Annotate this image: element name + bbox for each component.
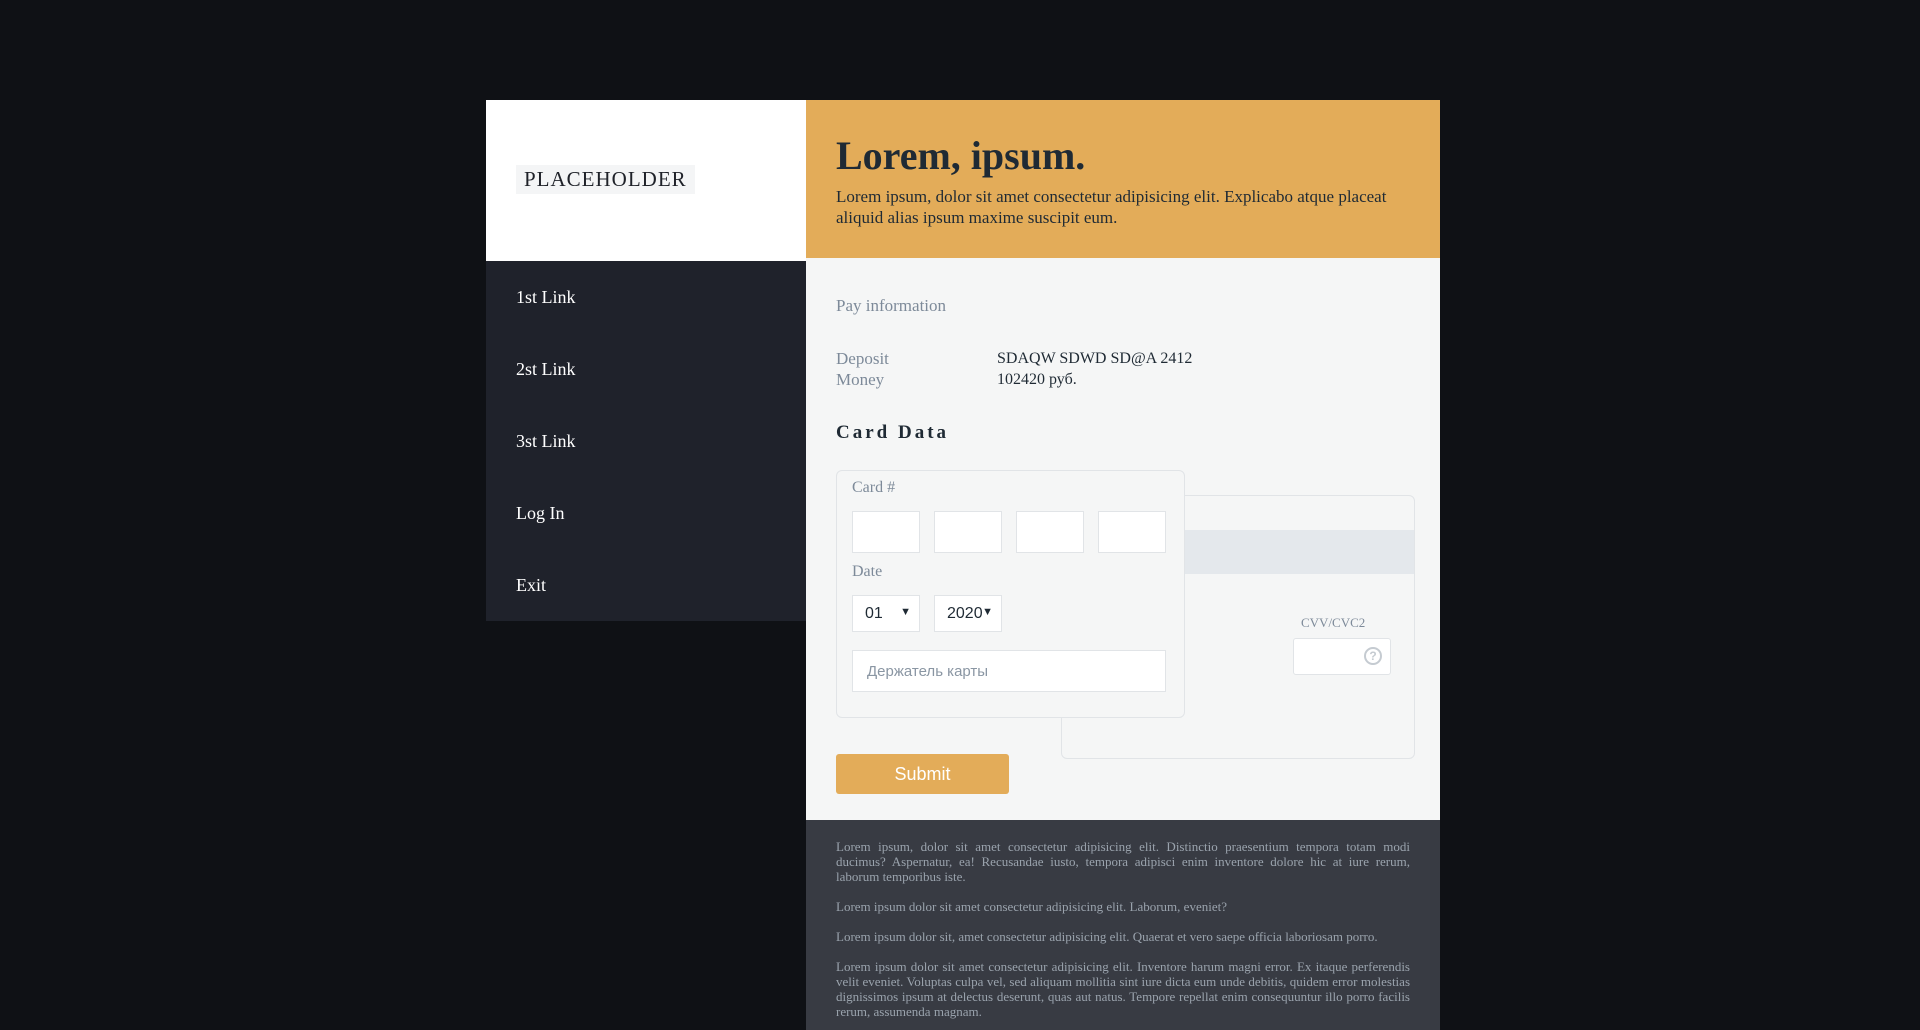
- caret-down-icon: ▼: [982, 606, 993, 618]
- payment-form-section: Pay information Deposit Money SDAQW SDWD…: [806, 258, 1440, 820]
- page-title: Lorem, ipsum.: [836, 133, 1086, 178]
- hero-banner: Lorem, ipsum. Lorem ipsum, dolor sit ame…: [806, 100, 1440, 258]
- deposit-value: SDAQW SDWD SD@A 2412: [997, 350, 1193, 367]
- footer-paragraph: Lorem ipsum, dolor sit amet consectetur …: [836, 839, 1410, 884]
- date-label: Date: [852, 563, 883, 580]
- sidebar-nav: 1st Link 2st Link 3st Link Log In Exit: [486, 261, 806, 621]
- app-container: PLACEHOLDER 1st Link 2st Link 3st Link L…: [486, 100, 1440, 1030]
- card-number-input-4[interactable]: [1098, 511, 1166, 553]
- footer-paragraph: Lorem ipsum dolor sit amet consectetur a…: [836, 959, 1410, 1019]
- cvv-input[interactable]: ?: [1293, 638, 1391, 675]
- sidebar-item-log-in[interactable]: Log In: [486, 477, 806, 549]
- logo[interactable]: PLACEHOLDER: [516, 165, 695, 194]
- sidebar-item-3st-link[interactable]: 3st Link: [486, 405, 806, 477]
- card-number-label: Card #: [852, 479, 896, 496]
- footer-paragraph: Lorem ipsum dolor sit amet consectetur a…: [836, 899, 1227, 914]
- money-value: 102420 руб.: [997, 371, 1077, 388]
- card-data-heading: Card Data: [836, 422, 950, 443]
- pay-info-labels: Deposit Money: [836, 348, 889, 390]
- card-number-input-1[interactable]: [852, 511, 920, 553]
- logo-area: PLACEHOLDER: [486, 100, 806, 261]
- money-label: Money: [836, 370, 885, 389]
- sidebar: PLACEHOLDER 1st Link 2st Link 3st Link L…: [486, 100, 806, 621]
- deposit-label: Deposit: [836, 349, 889, 368]
- pay-info-title: Pay information: [836, 296, 947, 315]
- month-select[interactable]: 01 ▼: [852, 595, 920, 632]
- year-value: 2020: [947, 604, 983, 622]
- main-panel: Lorem, ipsum. Lorem ipsum, dolor sit ame…: [806, 100, 1440, 1030]
- cardholder-input[interactable]: [852, 650, 1166, 692]
- cvv-label: CVV/CVC2: [1301, 615, 1366, 630]
- card-number-input-2[interactable]: [934, 511, 1002, 553]
- month-value: 01: [865, 604, 883, 622]
- submit-button[interactable]: Submit: [836, 754, 1009, 794]
- pay-info-values: SDAQW SDWD SD@A 2412 102420 руб.: [997, 348, 1192, 390]
- page-subtitle: Lorem ipsum, dolor sit amet consectetur …: [836, 187, 1387, 227]
- card-front: Card # Date 01 ▼ 2020 ▼: [836, 470, 1185, 718]
- sidebar-item-exit[interactable]: Exit: [486, 549, 806, 621]
- sidebar-item-2st-link[interactable]: 2st Link: [486, 333, 806, 405]
- footer: Lorem ipsum, dolor sit amet consectetur …: [806, 820, 1440, 1030]
- card-number-input-3[interactable]: [1016, 511, 1084, 553]
- sidebar-item-1st-link[interactable]: 1st Link: [486, 261, 806, 333]
- year-select[interactable]: 2020 ▼: [934, 595, 1002, 632]
- caret-down-icon: ▼: [900, 606, 911, 618]
- footer-paragraph: Lorem ipsum dolor sit, amet consectetur …: [836, 929, 1378, 944]
- help-icon[interactable]: ?: [1364, 647, 1382, 665]
